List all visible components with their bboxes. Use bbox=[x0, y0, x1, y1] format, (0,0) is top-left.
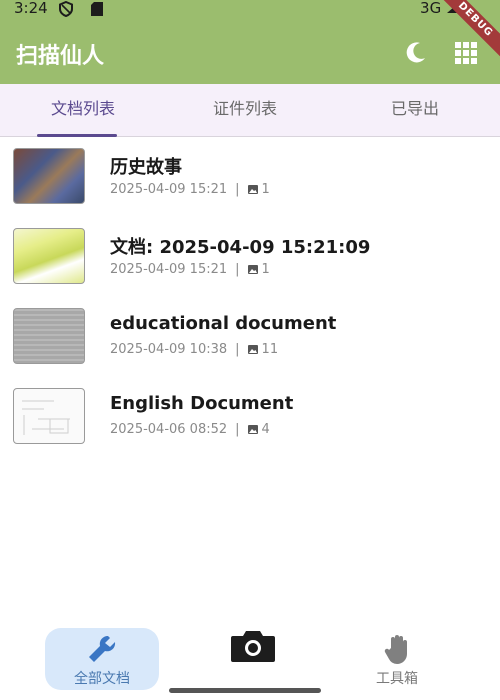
document-meta: 2025-04-09 15:21 | 1 bbox=[110, 182, 270, 197]
shield-icon bbox=[59, 1, 73, 17]
document-title: educational document bbox=[110, 313, 337, 334]
hand-icon bbox=[384, 635, 407, 664]
image-icon bbox=[247, 345, 258, 354]
app-bar: 扫描仙人 bbox=[0, 20, 500, 84]
tab-bar: 文档列表 证件列表 已导出 bbox=[0, 84, 500, 137]
image-icon bbox=[247, 185, 258, 194]
image-icon bbox=[247, 425, 258, 434]
meta-separator: | bbox=[235, 342, 240, 357]
document-meta: 2025-04-06 08:52 | 4 bbox=[110, 422, 270, 437]
network-type: 3G bbox=[420, 0, 442, 17]
sketch-preview bbox=[22, 400, 70, 435]
document-date: 2025-04-09 15:21 bbox=[110, 182, 228, 197]
camera-icon bbox=[231, 631, 275, 662]
tab-label: 已导出 bbox=[390, 99, 439, 118]
document-title: 历史故事 bbox=[110, 157, 182, 178]
tab-id-list[interactable]: 证件列表 bbox=[162, 84, 328, 136]
nav-label: 工具箱 bbox=[376, 671, 418, 687]
document-list: 历史故事 2025-04-09 15:21 | 1 文档: 2025-04-09 1… bbox=[0, 137, 500, 457]
moon-icon[interactable] bbox=[402, 40, 428, 66]
document-date: 2025-04-09 15:21 bbox=[110, 262, 228, 277]
document-date: 2025-04-06 08:52 bbox=[110, 422, 228, 437]
camera-button[interactable] bbox=[229, 628, 277, 668]
tab-label: 文档列表 bbox=[50, 99, 115, 118]
sd-card-icon bbox=[91, 2, 103, 16]
document-meta: 2025-04-09 10:38 | 11 bbox=[110, 342, 278, 357]
document-date: 2025-04-09 10:38 bbox=[110, 342, 228, 357]
status-time: 3:24 bbox=[14, 0, 48, 17]
tab-label: 证件列表 bbox=[212, 99, 277, 118]
nav-all-documents[interactable]: 全部文档 bbox=[45, 628, 159, 690]
nav-toolbox[interactable]: 工具箱 bbox=[355, 628, 439, 690]
document-thumbnail bbox=[13, 148, 85, 204]
document-thumbnail bbox=[13, 388, 85, 444]
document-meta: 2025-04-09 15:21 | 1 bbox=[110, 262, 270, 277]
document-item[interactable]: educational document 2025-04-09 10:38 | 11 bbox=[0, 297, 500, 377]
page-count: 4 bbox=[261, 422, 270, 437]
page-count: 1 bbox=[261, 262, 270, 277]
document-item[interactable]: English Document 2025-04-06 08:52 | 4 bbox=[0, 377, 500, 457]
page-count: 1 bbox=[261, 182, 270, 197]
app-title: 扫描仙人 bbox=[16, 44, 105, 69]
tab-exported[interactable]: 已导出 bbox=[332, 84, 498, 136]
wrench-icon bbox=[89, 635, 116, 662]
document-item[interactable]: 历史故事 2025-04-09 15:21 | 1 bbox=[0, 137, 500, 217]
page-count: 11 bbox=[261, 342, 279, 357]
image-icon bbox=[247, 265, 258, 274]
nav-label: 全部文档 bbox=[74, 671, 130, 687]
document-title: English Document bbox=[110, 393, 294, 414]
document-title: 文档: 2025-04-09 15:21:09 bbox=[110, 237, 371, 258]
document-thumbnail bbox=[13, 228, 85, 284]
meta-separator: | bbox=[235, 182, 240, 197]
tab-document-list[interactable]: 文档列表 bbox=[0, 84, 166, 137]
status-bar: 3:24 3G bbox=[0, 0, 500, 20]
grid-icon[interactable] bbox=[453, 40, 479, 66]
document-item[interactable]: 文档: 2025-04-09 15:21:09 2025-04-09 15:21… bbox=[0, 217, 500, 297]
home-indicator[interactable] bbox=[169, 688, 321, 693]
document-thumbnail bbox=[13, 308, 85, 364]
meta-separator: | bbox=[235, 262, 240, 277]
meta-separator: | bbox=[235, 422, 240, 437]
